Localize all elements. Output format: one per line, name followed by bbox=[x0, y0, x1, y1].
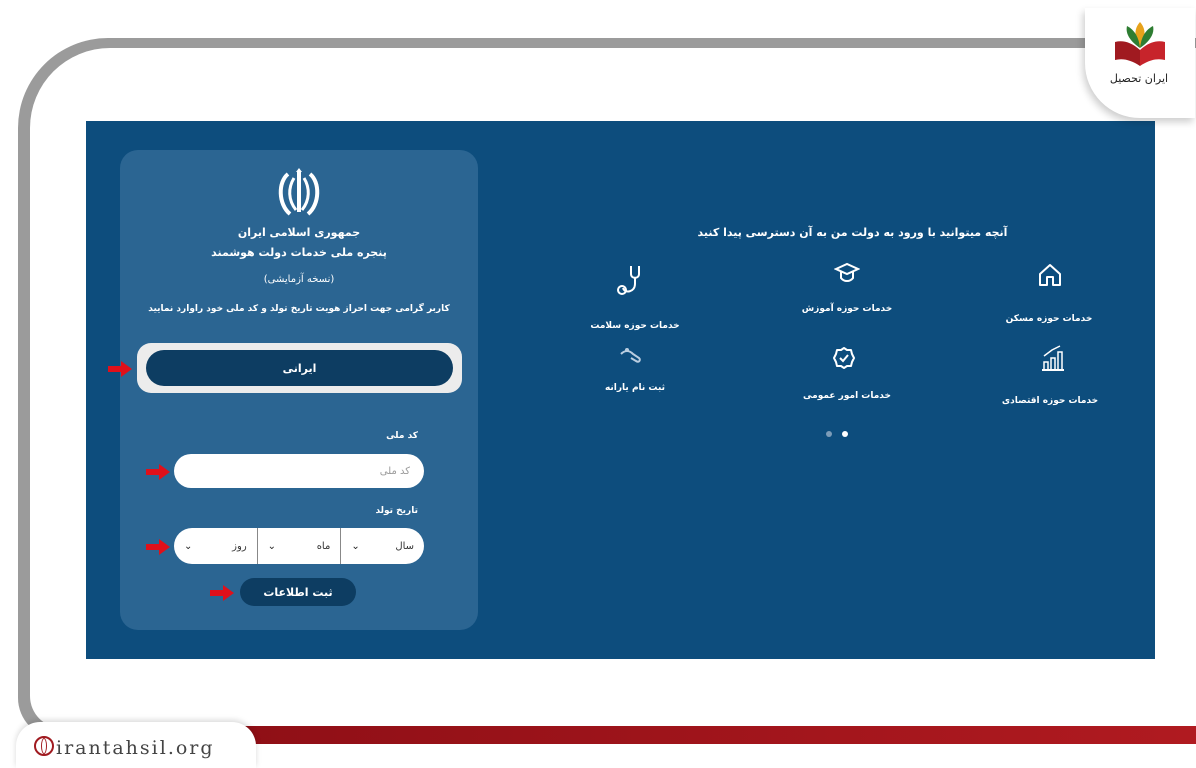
national-code-label: کد ملی bbox=[386, 431, 418, 441]
services-heading: آنچه میتوانید با ورود به دولت من به آن د… bbox=[697, 226, 1008, 239]
service-public-affairs[interactable]: خدمات امور عمومی bbox=[772, 391, 922, 401]
brand-name: ایران تحصیل bbox=[1109, 72, 1169, 85]
chevron-down-icon: ⌄ bbox=[184, 540, 193, 552]
red-arrow-icon bbox=[146, 464, 170, 480]
watermark-text: irantahsil.org bbox=[56, 737, 215, 759]
chevron-down-icon: ⌄ bbox=[267, 540, 277, 552]
country-name: جمهوری اسلامی ایران bbox=[237, 226, 361, 239]
hand-icon bbox=[620, 348, 641, 363]
home-icon bbox=[1039, 264, 1061, 286]
badge-check-icon bbox=[833, 347, 855, 369]
day-value: روز bbox=[232, 540, 247, 552]
year-value: سال bbox=[395, 540, 415, 552]
month-value: ماه bbox=[316, 540, 331, 552]
book-logo-icon bbox=[1115, 22, 1165, 66]
red-arrow-icon bbox=[108, 361, 132, 377]
carousel-dot-active[interactable] bbox=[842, 431, 848, 437]
day-select[interactable]: ⌄ روز bbox=[174, 528, 257, 564]
iranian-citizen-button[interactable]: ایرانی bbox=[146, 350, 453, 386]
watermark: irantahsil.org bbox=[34, 736, 215, 759]
version-label: (نسخه آزمایشی) bbox=[263, 274, 335, 285]
birth-date-group: ⌄ روز ⌄ ماه ⌄ سال bbox=[174, 528, 424, 564]
service-education[interactable]: خدمات حوزه آموزش bbox=[772, 304, 922, 314]
service-economy[interactable]: خدمات حوزه اقتصادی bbox=[970, 396, 1130, 406]
bottom-bar bbox=[230, 726, 1196, 744]
bottom-strip bbox=[210, 744, 1196, 761]
globe-icon bbox=[34, 736, 54, 756]
stethoscope-icon bbox=[617, 266, 640, 295]
chevron-down-icon: ⌄ bbox=[351, 540, 360, 552]
year-select[interactable]: ⌄ سال bbox=[340, 528, 424, 564]
submit-button[interactable]: ثبت اطلاعات bbox=[240, 578, 356, 606]
month-select[interactable]: ⌄ ماه bbox=[256, 528, 341, 564]
carousel-dots bbox=[826, 431, 848, 437]
service-housing[interactable]: خدمات حوزه مسکن bbox=[968, 314, 1130, 324]
red-arrow-icon bbox=[210, 585, 234, 601]
service-health[interactable]: خدمات حوزه سلامت bbox=[560, 321, 710, 331]
chart-icon bbox=[1042, 345, 1064, 371]
birth-date-label: تاریخ تولد bbox=[375, 506, 418, 516]
instruction-text: کاربر گرامی جهت احراز هویت تاریخ تولد و … bbox=[148, 304, 450, 314]
national-code-input[interactable] bbox=[174, 454, 424, 488]
carousel-dot[interactable] bbox=[826, 431, 832, 437]
service-subsidy-registration[interactable]: ثبت نام یارانه bbox=[560, 383, 710, 393]
iran-emblem-icon bbox=[278, 168, 320, 216]
graduation-cap-icon bbox=[834, 262, 860, 282]
red-arrow-icon bbox=[146, 539, 170, 555]
portal-title: پنجره ملی خدمات دولت هوشمند bbox=[211, 246, 387, 259]
